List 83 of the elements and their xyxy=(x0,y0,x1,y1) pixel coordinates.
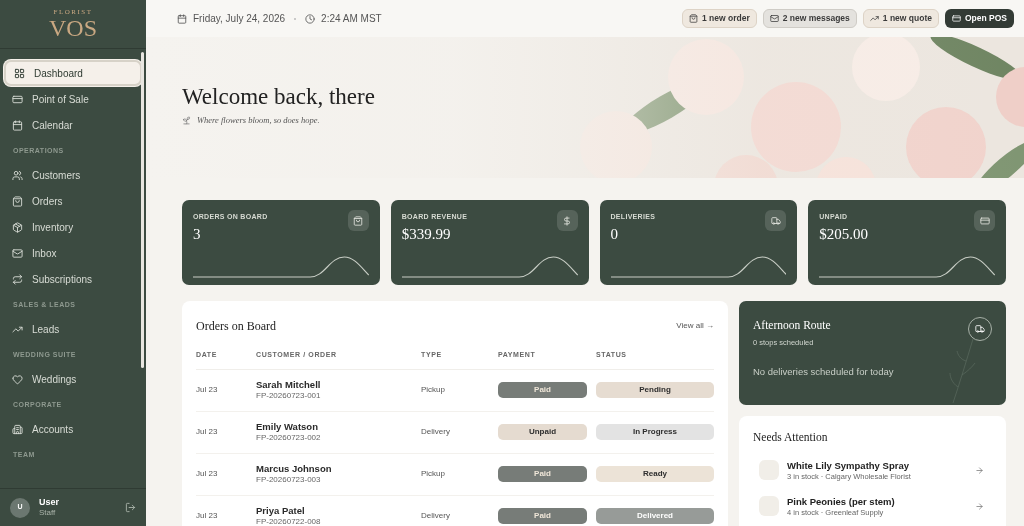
truck-icon xyxy=(765,210,787,231)
stat-value: $205.00 xyxy=(819,227,869,242)
notice-button[interactable]: 1 new quote xyxy=(862,9,939,28)
nav-item[interactable]: Customers xyxy=(4,162,142,188)
status-badge: Ready xyxy=(596,466,714,482)
nav-item[interactable]: Accounts xyxy=(4,416,142,442)
logout-icon[interactable] xyxy=(125,502,136,513)
calendar-icon xyxy=(12,119,23,131)
box-icon xyxy=(12,221,23,233)
type-cell-text: Pickup xyxy=(421,384,446,396)
time-text: 2:24 AM MST xyxy=(321,12,382,26)
card-title: Needs Attention xyxy=(753,430,829,445)
card-icon xyxy=(951,14,961,23)
card-title: Afternoon Route xyxy=(753,318,831,333)
nav-item[interactable]: Calendar xyxy=(4,112,142,138)
nav-item[interactable]: Dashboard xyxy=(4,60,142,86)
user-name: User xyxy=(39,496,60,509)
users-icon xyxy=(12,169,23,181)
stat-value: $339.99 xyxy=(401,227,452,242)
payment-badge: Paid xyxy=(498,466,587,482)
nav-item[interactable]: Subscriptions xyxy=(4,266,142,292)
order-number: FP-20260723-003 xyxy=(256,474,322,485)
arrow-icon[interactable] xyxy=(975,465,984,475)
status-badge: Pending xyxy=(596,382,714,398)
item-name: Pink Peonies (per stem) xyxy=(787,495,896,508)
payment-badge: Unpaid xyxy=(498,424,587,440)
notice-button[interactable]: 2 new messages xyxy=(762,9,857,28)
notice-button[interactable]: 1 new order xyxy=(682,9,757,28)
type-cell-text: Delivery xyxy=(421,426,451,438)
customer-name: Sarah Mitchell xyxy=(256,379,322,391)
card-title: Orders on Board xyxy=(196,318,276,335)
nav-item[interactable]: Weddings xyxy=(4,366,142,392)
order-number: FP-20260722-008 xyxy=(256,516,322,526)
payment-badge: Paid xyxy=(498,382,587,398)
date-cell-text: Jul 23 xyxy=(196,468,219,480)
user-role: Staff xyxy=(39,508,57,519)
nav-item[interactable]: Point of Sale xyxy=(4,86,142,112)
order-number: FP-20260723-001 xyxy=(256,390,322,401)
dollar-icon xyxy=(556,210,578,231)
calendar-icon xyxy=(177,13,187,24)
date-text: Friday, July 24, 2026 xyxy=(193,12,286,26)
clock-icon xyxy=(305,13,316,24)
leaf-drawing xyxy=(948,337,978,403)
status-badge: In Progress xyxy=(596,424,714,440)
logo: VOS xyxy=(49,15,97,40)
trend-icon xyxy=(869,14,879,23)
order-number: FP-20260723-002 xyxy=(256,432,322,443)
mail-icon xyxy=(12,247,23,259)
bag-icon xyxy=(347,210,369,231)
scrollbar[interactable] xyxy=(141,52,144,368)
view-all-link[interactable]: View all → xyxy=(676,320,714,332)
plant-icon xyxy=(182,115,191,125)
nav-item[interactable]: Inventory xyxy=(4,214,142,240)
repeat-icon xyxy=(12,273,23,285)
type-cell-text: Delivery xyxy=(421,510,451,522)
grid-icon xyxy=(14,67,25,79)
heart-icon xyxy=(12,373,23,385)
bag-icon xyxy=(12,195,23,207)
item-name: White Lily Sympathy Spray xyxy=(787,459,910,472)
nav-item[interactable]: Leads xyxy=(4,316,142,342)
type-cell-text: Pickup xyxy=(421,468,446,480)
status-badge: Delivered xyxy=(596,508,714,524)
mail-icon xyxy=(769,14,779,23)
card-icon xyxy=(12,93,23,105)
nav-item[interactable]: Inbox xyxy=(4,240,142,266)
tagline: Where flowers bloom, so does hope. xyxy=(197,114,320,127)
arrow-icon[interactable] xyxy=(975,501,984,511)
building-icon xyxy=(12,423,23,435)
customer-name: Marcus Johnson xyxy=(256,463,333,475)
bag-icon xyxy=(689,14,698,23)
stat-value: 3 xyxy=(193,227,202,242)
date-cell-text: Jul 23 xyxy=(196,426,219,438)
date-cell-text: Jul 23 xyxy=(196,510,219,522)
empty-message: No deliveries scheduled for today xyxy=(753,364,895,379)
stat-value: 0 xyxy=(610,227,619,242)
nav-item[interactable]: Orders xyxy=(4,188,142,214)
open-pos-button[interactable]: Open POS xyxy=(944,9,1014,28)
card-icon xyxy=(974,210,995,231)
date-cell-text: Jul 23 xyxy=(196,384,219,396)
customer-name: Priya Patel xyxy=(256,505,306,517)
payment-badge: Paid xyxy=(498,508,587,524)
welcome-title: Welcome back, there xyxy=(182,85,376,108)
customer-name: Emily Watson xyxy=(256,421,319,433)
